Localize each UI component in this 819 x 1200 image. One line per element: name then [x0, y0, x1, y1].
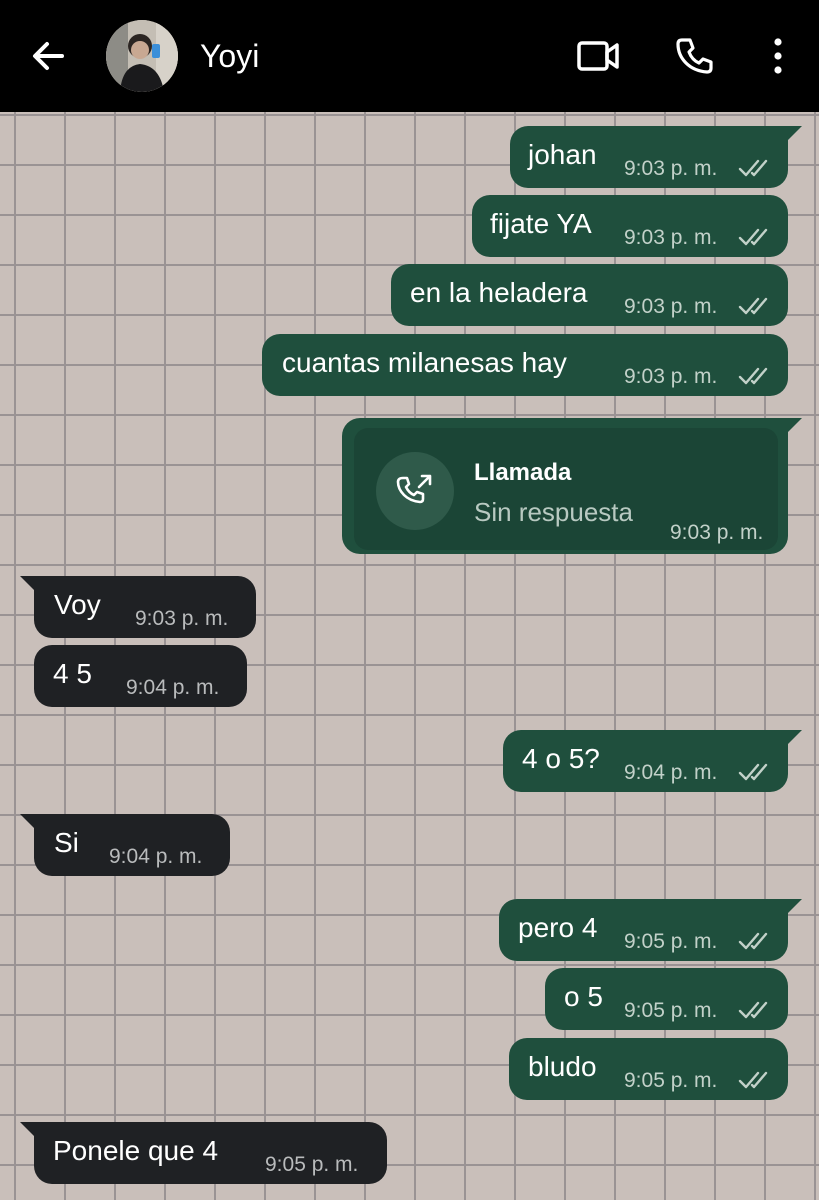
message-bubble-incoming[interactable]: Ponele que 4 9:05 p. m.: [20, 1122, 387, 1184]
more-options-button[interactable]: [756, 34, 800, 78]
message-text: bludo: [528, 1051, 597, 1082]
message-bubble-outgoing[interactable]: bludo 9:05 p. m.: [509, 1038, 788, 1100]
read-receipt-icon: [738, 297, 768, 315]
message-time: 9:03 p. m.: [624, 226, 718, 249]
message-time: 9:03 p. m.: [624, 295, 718, 318]
message-time: 9:04 p. m.: [624, 761, 718, 784]
message-text: Ponele que 4: [53, 1135, 219, 1166]
message-bubble-incoming[interactable]: 4 5 9:04 p. m.: [34, 645, 247, 707]
read-receipt-icon: [738, 1071, 768, 1089]
call-title: Llamada: [474, 459, 572, 486]
call-message-bubble[interactable]: Llamada Sin respuesta 9:03 p. m.: [342, 418, 802, 554]
video-camera-icon: [577, 41, 619, 71]
message-text: Voy: [54, 589, 101, 620]
message-bubble-outgoing[interactable]: fijate YA 9:03 p. m.: [472, 195, 788, 257]
phone-icon: [676, 38, 713, 74]
message-bubble-outgoing[interactable]: 4 o 5? 9:04 p. m.: [503, 730, 802, 792]
chat-header: Yoyi: [0, 0, 819, 112]
message-text: 4 5: [53, 658, 92, 689]
message-time: 9:05 p. m.: [624, 930, 718, 953]
contact-name[interactable]: Yoyi: [200, 36, 259, 76]
message-time: 9:05 p. m.: [624, 999, 718, 1022]
message-time: 9:04 p. m.: [109, 845, 203, 868]
message-text: johan: [528, 139, 597, 170]
message-bubble-outgoing[interactable]: o 5 9:05 p. m.: [545, 968, 788, 1030]
message-text: en la heladera: [410, 277, 588, 308]
message-time: 9:03 p. m.: [135, 607, 229, 630]
message-time: 9:05 p. m.: [624, 1069, 718, 1092]
message-time: 9:03 p. m.: [624, 365, 718, 388]
message-bubble-outgoing[interactable]: johan 9:03 p. m.: [510, 126, 802, 188]
read-receipt-icon: [738, 1001, 768, 1019]
message-text: o 5: [564, 981, 603, 1012]
missed-call-icon: [396, 474, 432, 504]
message-text: fijate YA: [490, 208, 592, 239]
message-bubble-outgoing[interactable]: pero 4 9:05 p. m.: [499, 899, 802, 961]
read-receipt-icon: [738, 159, 768, 177]
call-icon-circle: [376, 452, 454, 530]
read-receipt-icon: [738, 763, 768, 781]
message-time: 9:04 p. m.: [126, 676, 220, 699]
read-receipt-icon: [738, 228, 768, 246]
call-status: Sin respuesta: [474, 497, 633, 527]
back-button[interactable]: [26, 34, 70, 78]
message-bubble-incoming[interactable]: Si 9:04 p. m.: [20, 814, 230, 876]
call-card[interactable]: Llamada Sin respuesta 9:03 p. m.: [354, 428, 778, 550]
message-time: 9:05 p. m.: [265, 1153, 359, 1176]
message-time: 9:03 p. m.: [670, 521, 764, 544]
message-time: 9:03 p. m.: [624, 157, 718, 180]
arrow-left-icon: [33, 42, 64, 70]
message-text: Si: [54, 827, 79, 858]
read-receipt-icon: [738, 367, 768, 385]
message-bubble-outgoing[interactable]: en la heladera 9:03 p. m.: [391, 264, 788, 326]
more-vertical-icon: [774, 38, 782, 74]
voice-call-button[interactable]: [672, 34, 716, 78]
video-call-button[interactable]: [574, 34, 619, 78]
message-text: 4 o 5?: [522, 743, 600, 774]
message-text: cuantas milanesas hay: [282, 347, 567, 378]
chat-area[interactable]: johan 9:03 p. m. fijate YA 9:03 p. m. en…: [0, 112, 819, 1200]
message-text: pero 4: [518, 912, 598, 943]
read-receipt-icon: [738, 932, 768, 950]
avatar[interactable]: [106, 20, 178, 92]
message-bubble-outgoing[interactable]: cuantas milanesas hay 9:03 p. m.: [262, 334, 788, 396]
message-bubble-incoming[interactable]: Voy 9:03 p. m.: [20, 576, 256, 638]
